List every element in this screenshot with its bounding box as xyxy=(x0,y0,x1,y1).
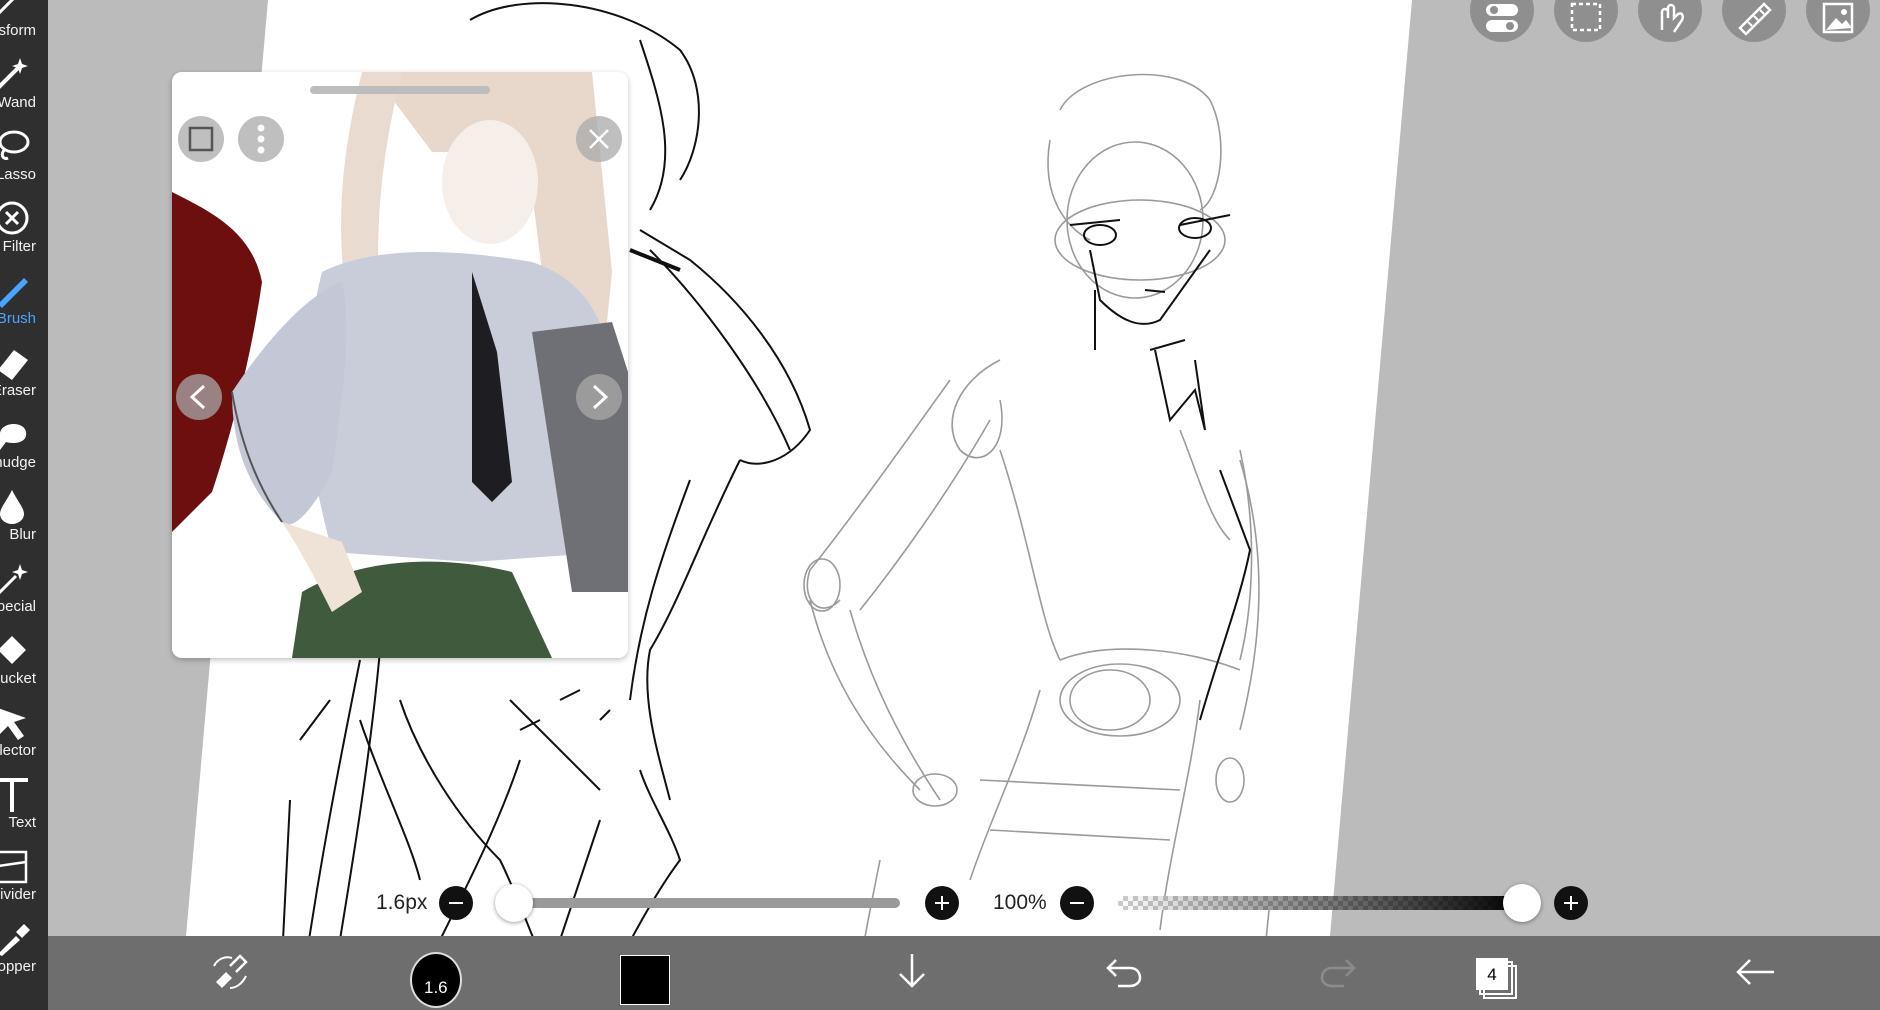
opacity-decrease-button[interactable] xyxy=(1060,886,1094,920)
brush-size-value: 1.6px xyxy=(376,891,428,914)
tool-text[interactable]: Text xyxy=(0,770,48,842)
opacity-value: 100% xyxy=(993,891,1047,914)
lasso-icon xyxy=(0,128,30,164)
close-icon[interactable] xyxy=(576,116,622,162)
opacity-slider-thumb[interactable] xyxy=(1503,884,1541,922)
tool-label: Smudge xyxy=(0,454,36,471)
tool-filter[interactable]: Filter xyxy=(0,194,48,266)
magic-wand-icon xyxy=(0,56,30,92)
tool-label: Magic Wand xyxy=(0,94,36,111)
chevron-left-icon[interactable] xyxy=(176,374,222,420)
tool-bucket[interactable]: Bucket xyxy=(0,626,48,698)
tool-label: Special xyxy=(0,598,36,615)
tool-label: Selector xyxy=(0,742,36,759)
tool-label: Filter xyxy=(2,238,36,255)
selector-icon xyxy=(0,704,30,740)
tool-brush[interactable]: Brush xyxy=(0,266,48,338)
tool-blur[interactable]: Blur xyxy=(0,482,48,554)
tool-magic-wand[interactable]: Magic Wand xyxy=(0,50,48,122)
tool-label: Eraser xyxy=(0,382,36,399)
tool-transform[interactable]: Transform xyxy=(0,0,48,50)
download-icon[interactable] xyxy=(874,936,948,1010)
opacity-increase-button[interactable] xyxy=(1554,886,1588,920)
redo-icon[interactable] xyxy=(1300,936,1374,1010)
brush-icon xyxy=(0,272,30,308)
tool-label: Text xyxy=(8,814,36,831)
text-icon xyxy=(0,776,30,812)
crop-icon[interactable] xyxy=(178,116,224,162)
tool-eyedropper[interactable]: Eyedropper xyxy=(0,914,48,986)
brush-eraser-swap-icon[interactable] xyxy=(192,936,266,1010)
tool-eraser[interactable]: Eraser xyxy=(0,338,48,410)
tool-frame-divider[interactable]: Frame Divider xyxy=(0,842,48,914)
special-icon xyxy=(0,560,30,596)
reference-window[interactable] xyxy=(172,72,628,658)
back-arrow-icon[interactable] xyxy=(1718,936,1792,1010)
tool-label: Bucket xyxy=(0,670,36,687)
brush-size-badge: 1.6 xyxy=(424,978,448,997)
filter-icon xyxy=(0,200,30,236)
tool-label: Blur xyxy=(9,526,36,543)
smudge-icon xyxy=(0,416,30,452)
tool-panel: Transform Magic Wand Lasso Filter Brush Erase… xyxy=(0,0,48,1010)
brush-size-slider-thumb[interactable] xyxy=(494,884,533,922)
tool-label: Eyedropper xyxy=(0,958,36,975)
reference-drag-handle[interactable] xyxy=(310,86,490,94)
color-swatch-icon[interactable] xyxy=(620,955,670,1005)
eraser-icon xyxy=(0,344,30,380)
undo-icon[interactable] xyxy=(1086,936,1160,1010)
tool-special[interactable]: Special xyxy=(0,554,48,626)
brush-size-increase-button[interactable] xyxy=(925,886,959,920)
tool-label: Frame Divider xyxy=(0,886,36,903)
tool-label: Transform xyxy=(0,22,36,39)
tool-lasso[interactable]: Lasso xyxy=(0,122,48,194)
frame-divider-icon xyxy=(0,848,30,884)
brush-size-slider[interactable] xyxy=(502,898,900,908)
layers-icon[interactable]: 4 xyxy=(1470,952,1520,1002)
chevron-right-icon[interactable] xyxy=(576,374,622,420)
tool-selector[interactable]: Selector xyxy=(0,698,48,770)
bucket-icon xyxy=(0,632,30,668)
tool-label: Brush xyxy=(0,310,36,327)
brush-size-decrease-button[interactable] xyxy=(439,886,473,920)
more-vertical-icon[interactable] xyxy=(238,116,284,162)
eyedropper-icon xyxy=(0,920,30,956)
tool-smudge[interactable]: Smudge xyxy=(0,410,48,482)
blur-icon xyxy=(0,488,30,524)
transform-icon xyxy=(0,0,30,20)
opacity-slider[interactable] xyxy=(1118,896,1522,910)
bottom-toolbar xyxy=(48,936,1880,1010)
layer-count: 4 xyxy=(1487,965,1497,984)
tool-label: Lasso xyxy=(0,166,36,183)
